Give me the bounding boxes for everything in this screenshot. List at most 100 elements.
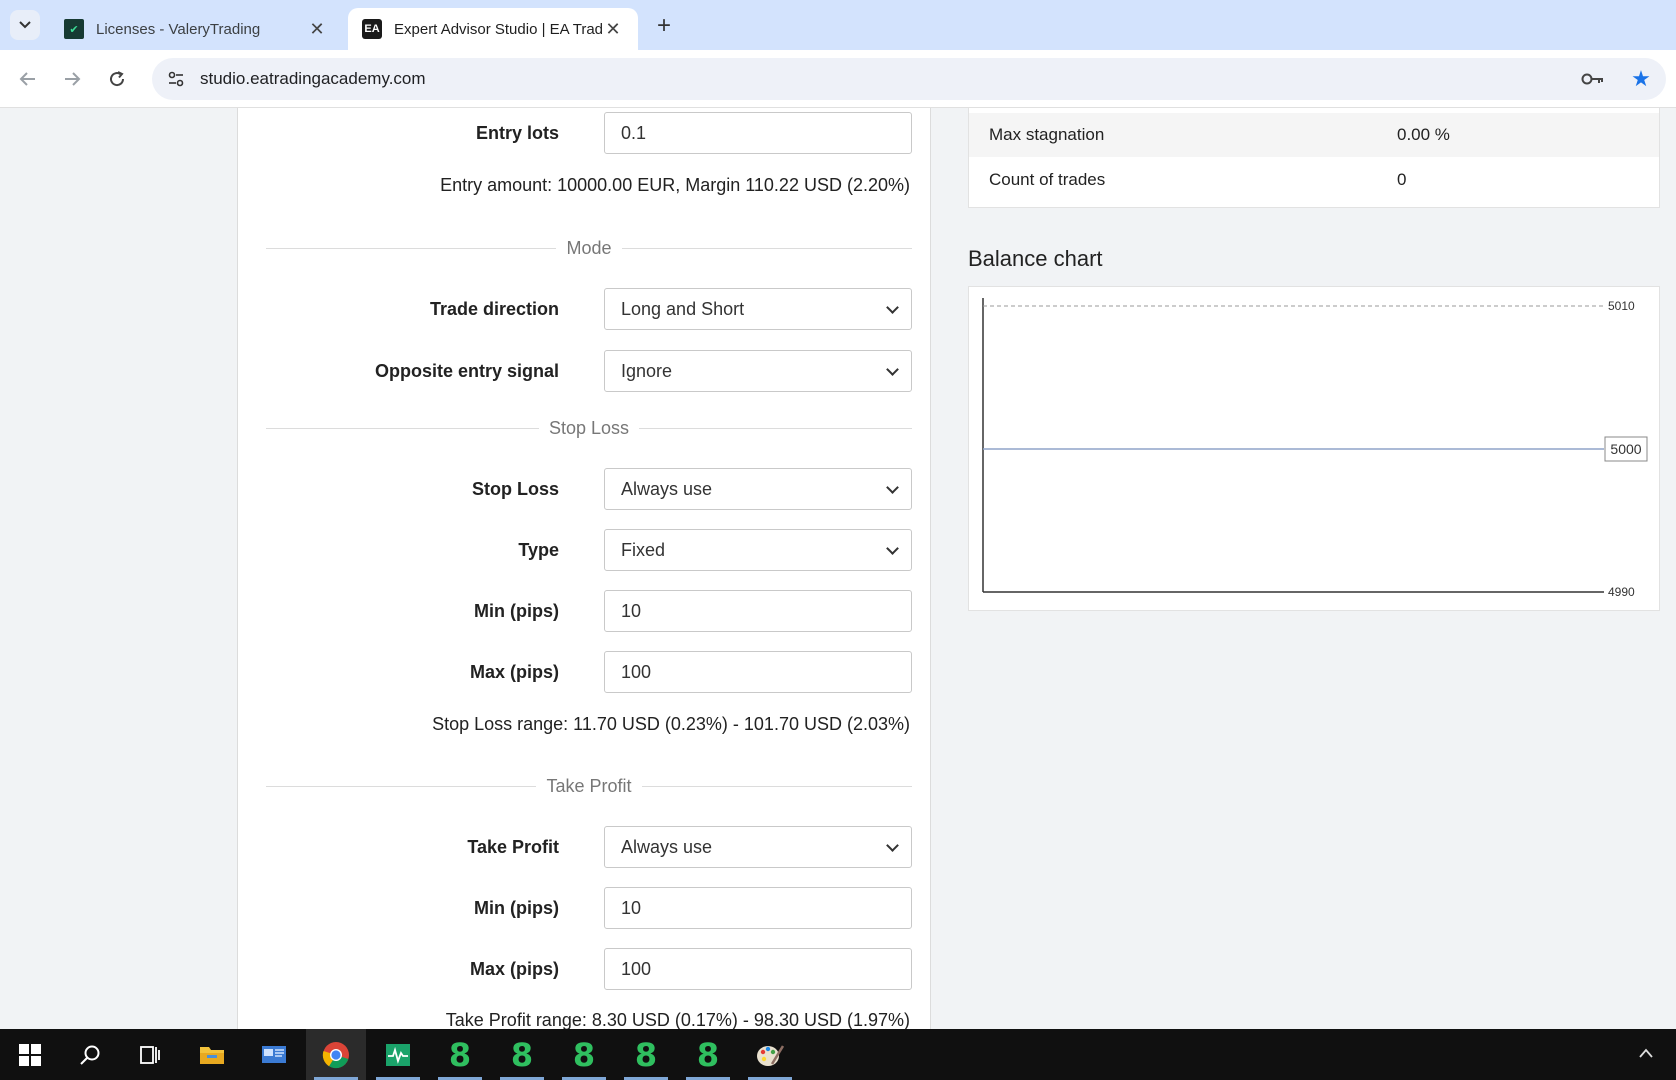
forward-arrow-icon [65,72,81,86]
sl-type-label: Type [518,540,559,560]
y-tick-label: 5010 [1608,299,1635,313]
entry-lots-input[interactable]: 0.1 [604,112,912,154]
sl-max-label: Max (pips) [469,662,559,682]
paint-button[interactable] [740,1029,800,1080]
balance-chart-svg: 5010 4990 5000 [982,298,1648,599]
stat-value: 0.00 % [1397,125,1450,144]
control-panel-button[interactable] [244,1029,304,1080]
app-8-button[interactable]: 8 [616,1029,676,1080]
app-8-button[interactable]: 8 [554,1029,614,1080]
tp-max-row: Max (pips) 100 [238,947,932,991]
stat-value: 0 [1397,170,1407,189]
app-8-button[interactable]: 8 [678,1029,738,1080]
tab-search-button[interactable] [10,10,40,40]
sl-min-label: Min (pips) [474,601,559,621]
stats-table: Max stagnation 0.00 % Count of trades 0 [968,108,1660,208]
current-value-label: 5000 [1610,441,1641,457]
site-info-icon[interactable] [158,61,194,97]
stop-loss-row: Stop Loss Always use [238,467,932,511]
stat-row: Count of trades 0 [969,158,1659,202]
entry-lots-row: Entry lots 0.1 [238,111,932,155]
browser-toolbar: studio.eatradingacademy.com ★ [0,50,1676,108]
sl-max-input[interactable]: 100 [604,651,912,693]
take-profit-label: Take Profit [467,837,559,857]
close-icon[interactable]: ✕ [602,18,624,40]
stop-loss-section-header: Stop Loss [266,416,912,440]
tp-min-input[interactable]: 10 [604,887,912,929]
stat-row: Max stagnation 0.00 % [969,113,1659,157]
new-tab-button[interactable]: + [650,12,678,40]
file-explorer-icon [200,1046,224,1064]
trade-direction-select[interactable]: Long and Short [604,288,912,330]
tp-max-label: Max (pips) [469,959,559,979]
balance-chart-title: Balance chart [968,246,1103,271]
stop-loss-range-info: Stop Loss range: 11.70 USD (0.23%) - 101… [432,714,910,734]
take-profit-section-header: Take Profit [266,774,913,798]
windows-taskbar: 8 8 8 8 8 [0,1029,1676,1080]
sl-min-row: Min (pips) 10 [238,589,932,633]
tab-licenses[interactable]: ✔ Licenses - ValeryTrading ✕ [50,8,342,50]
tab-expert-advisor-studio[interactable]: EA Expert Advisor Studio | EA Tradi ✕ [348,8,638,50]
paint-icon [757,1044,784,1066]
settings-panel: Entry lots 0.1 Entry amount: 10000.00 EU… [237,108,931,1029]
trade-direction-label: Trade direction [429,299,559,319]
sl-min-input[interactable]: 10 [604,590,912,632]
start-icon [19,1043,41,1066]
tp-max-input[interactable]: 100 [604,948,912,990]
tab-title: Expert Advisor Studio | EA Tradi [394,20,602,38]
address-bar[interactable]: studio.eatradingacademy.com ★ [152,58,1666,100]
activity-monitor-button[interactable] [368,1029,428,1080]
url-text: studio.eatradingacademy.com [200,69,426,88]
sl-max-row: Max (pips) 100 [238,650,932,694]
chevron-down-icon [19,21,31,29]
forward-button[interactable] [58,65,86,93]
page-content: Entry lots 0.1 Entry amount: 10000.00 EU… [0,108,1676,1029]
tab-title: Licenses - ValeryTrading [96,20,261,38]
tab-strip: ✔ Licenses - ValeryTrading ✕ EA Expert A… [0,0,1676,50]
close-icon[interactable]: ✕ [306,18,328,40]
valerytrading-icon: ✔ [64,19,84,39]
trade-direction-row: Trade direction Long and Short [238,287,932,331]
app-8-button[interactable]: 8 [492,1029,552,1080]
password-key-icon[interactable] [1578,64,1608,94]
take-profit-select[interactable]: Always use [604,826,912,868]
search-icon [80,1045,100,1065]
stat-key: Max stagnation [989,125,1105,144]
app-8-icon: 8 [572,1035,596,1074]
stop-loss-select[interactable]: Always use [604,468,912,510]
stop-loss-label: Stop Loss [471,479,559,499]
reload-button[interactable] [103,65,131,93]
task-view-button[interactable] [120,1029,180,1080]
sl-type-select[interactable]: Fixed [604,529,912,571]
file-explorer-button[interactable] [182,1029,242,1080]
section-title: Stop Loss [548,417,630,438]
take-profit-row: Take Profit Always use [238,825,932,869]
app-8-icon: 8 [510,1035,534,1074]
entry-amount-info: Entry amount: 10000.00 EUR, Margin 110.2… [440,175,910,195]
app-8-icon: 8 [634,1035,658,1074]
back-arrow-icon [19,72,35,86]
chrome-icon [322,1041,349,1068]
sl-type-row: Type Fixed [238,528,932,572]
control-panel-icon [262,1045,286,1063]
take-profit-range-info: Take Profit range: 8.30 USD (0.17%) - 98… [445,1010,910,1029]
section-title: Take Profit [546,775,632,796]
tray-chevron-up-icon[interactable] [1638,1043,1654,1064]
balance-chart: 5010 4990 5000 [968,286,1660,611]
search-button[interactable] [60,1029,120,1080]
opposite-entry-label: Opposite entry signal [374,361,559,381]
entry-lots-label: Entry lots [475,123,559,143]
ea-icon: EA [362,19,382,39]
start-button[interactable] [0,1029,60,1080]
back-button[interactable] [14,65,42,93]
tp-min-label: Min (pips) [474,898,559,918]
opposite-entry-select[interactable]: Ignore [604,350,912,392]
chrome-button[interactable] [306,1029,366,1080]
app-8-button[interactable]: 8 [430,1029,490,1080]
section-title: Mode [566,237,612,258]
opposite-entry-row: Opposite entry signal Ignore [238,349,932,393]
reload-icon [110,71,125,87]
y-tick-label: 4990 [1608,585,1635,599]
bookmark-star-icon[interactable]: ★ [1626,64,1656,94]
tp-min-row: Min (pips) 10 [238,886,932,930]
